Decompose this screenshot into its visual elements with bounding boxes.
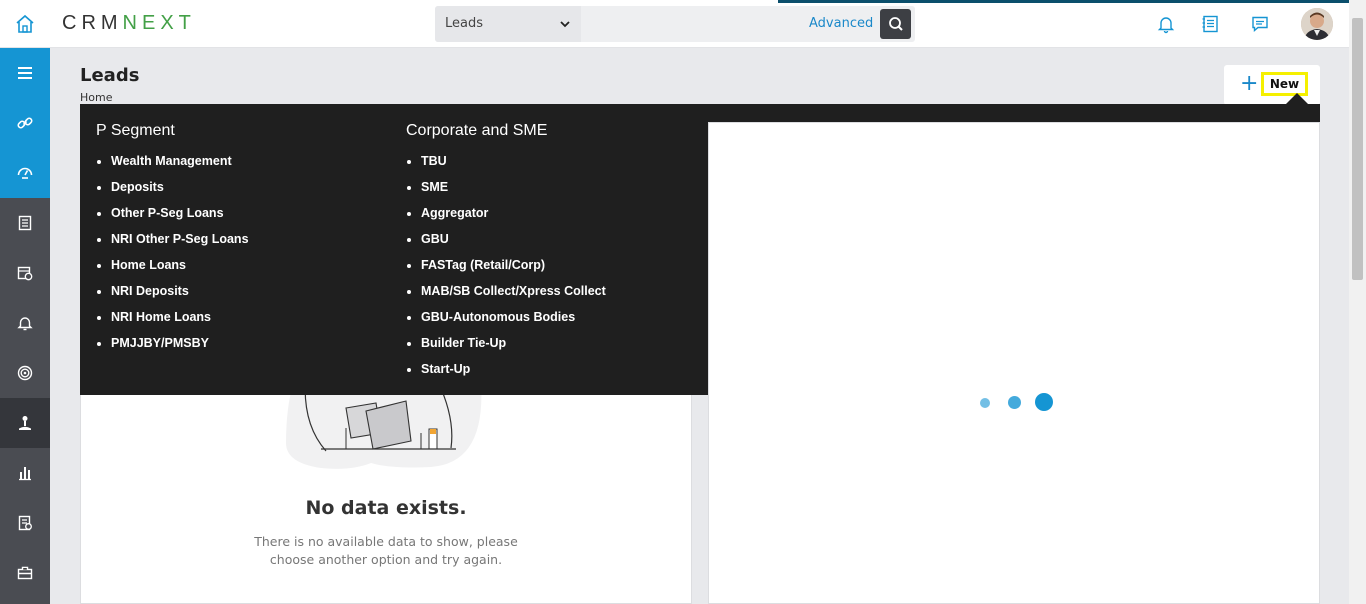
bell-icon	[1157, 17, 1175, 34]
breadcrumb[interactable]: Home	[80, 91, 112, 104]
menu-item[interactable]: NRI Other P-Seg Loans	[96, 232, 249, 258]
top-bar: CRMNEXT Leads Advanced	[0, 0, 1366, 48]
notes-button[interactable]	[1198, 12, 1222, 36]
home-icon	[16, 14, 34, 33]
plus-icon[interactable]: +	[1240, 73, 1258, 95]
briefcase-icon	[17, 566, 33, 580]
detail-panel	[708, 122, 1320, 604]
menu-item[interactable]: Aggregator	[406, 206, 606, 232]
leads-icon	[19, 416, 31, 430]
calendar-icon	[17, 266, 33, 281]
menu-item[interactable]: FASTag (Retail/Corp)	[406, 258, 606, 284]
sidebar-item-links[interactable]	[0, 98, 50, 148]
menu-item[interactable]: GBU-Autonomous Bodies	[406, 310, 606, 336]
menu-item[interactable]: MAB/SB Collect/Xpress Collect	[406, 284, 606, 310]
home-button[interactable]	[0, 0, 50, 48]
sidebar-item-targets[interactable]	[0, 348, 50, 398]
menu-item[interactable]: Start-Up	[406, 362, 606, 388]
notes-icon	[18, 215, 32, 231]
menu-icon	[18, 67, 32, 79]
search-module-select[interactable]: Leads	[435, 6, 581, 42]
menu-heading: Corporate and SME	[406, 122, 548, 139]
search-module-value: Leads	[445, 16, 484, 31]
search-button[interactable]	[880, 9, 911, 39]
page-title: Leads	[80, 65, 140, 86]
user-photo-icon	[1301, 8, 1333, 40]
empty-state-title: No data exists.	[305, 497, 467, 519]
document-icon	[18, 515, 32, 531]
loading-dot	[1035, 393, 1053, 411]
advanced-search-link[interactable]: Advanced	[809, 16, 873, 31]
menu-item[interactable]: Wealth Management	[96, 154, 249, 180]
menu-item[interactable]: GBU	[406, 232, 606, 258]
notifications-button[interactable]	[1154, 12, 1178, 36]
messages-button[interactable]	[1248, 12, 1272, 36]
sidebar-item-alerts[interactable]	[0, 298, 50, 348]
menu-column-corporate-sme: Corporate and SME TBU SME Aggregator GBU…	[406, 122, 606, 388]
menu-item[interactable]: Deposits	[96, 180, 249, 206]
menu-item[interactable]: NRI Deposits	[96, 284, 249, 310]
sidebar-item-documents[interactable]	[0, 498, 50, 548]
page-scrollbar[interactable]	[1349, 0, 1366, 604]
sidebar-item-reports[interactable]	[0, 448, 50, 498]
notebook-icon	[1202, 15, 1218, 33]
link-icon	[17, 117, 33, 129]
sidebar-item-dashboard[interactable]	[0, 148, 50, 198]
sidebar-item-leads[interactable]	[0, 398, 50, 448]
menu-item[interactable]: NRI Home Loans	[96, 310, 249, 336]
app-logo[interactable]: CRMNEXT	[62, 12, 196, 35]
loading-dot	[1008, 396, 1021, 409]
menu-item[interactable]: Builder Tie-Up	[406, 336, 606, 362]
scrollbar-thumb[interactable]	[1352, 18, 1363, 280]
logo-text: CRMNEXT	[62, 12, 196, 34]
menu-heading: P Segment	[96, 122, 175, 139]
menu-item[interactable]: SME	[406, 180, 606, 206]
global-search: Leads Advanced	[435, 6, 915, 42]
search-icon	[888, 17, 903, 31]
menu-item[interactable]: TBU	[406, 154, 606, 180]
chat-icon	[1252, 16, 1268, 33]
new-lead-menu: P Segment Wealth Management Deposits Oth…	[80, 104, 708, 395]
dashboard-icon	[17, 167, 33, 179]
dropdown-top-strip	[708, 104, 1320, 122]
sidebar-item-cases[interactable]	[0, 548, 50, 598]
menu-column-p-segment: P Segment Wealth Management Deposits Oth…	[96, 122, 249, 362]
sidebar-item-calendar[interactable]	[0, 248, 50, 298]
sidebar	[0, 48, 50, 604]
user-avatar[interactable]	[1301, 8, 1333, 40]
target-icon	[17, 365, 33, 381]
menu-item[interactable]: Home Loans	[96, 258, 249, 284]
bell-icon	[17, 317, 33, 331]
empty-state-description: There is no available data to show, plea…	[254, 534, 518, 567]
menu-item[interactable]: PMJJBY/PMSBY	[96, 336, 249, 362]
search-input[interactable]	[583, 6, 801, 42]
reports-icon	[19, 467, 31, 481]
sidebar-item-menu[interactable]	[0, 48, 50, 98]
loading-dot	[980, 398, 990, 408]
menu-item[interactable]: Other P-Seg Loans	[96, 206, 249, 232]
chevron-down-icon	[560, 21, 570, 28]
sidebar-item-notes[interactable]	[0, 198, 50, 248]
top-accent-line	[778, 0, 1350, 3]
dropdown-caret	[1286, 93, 1308, 104]
